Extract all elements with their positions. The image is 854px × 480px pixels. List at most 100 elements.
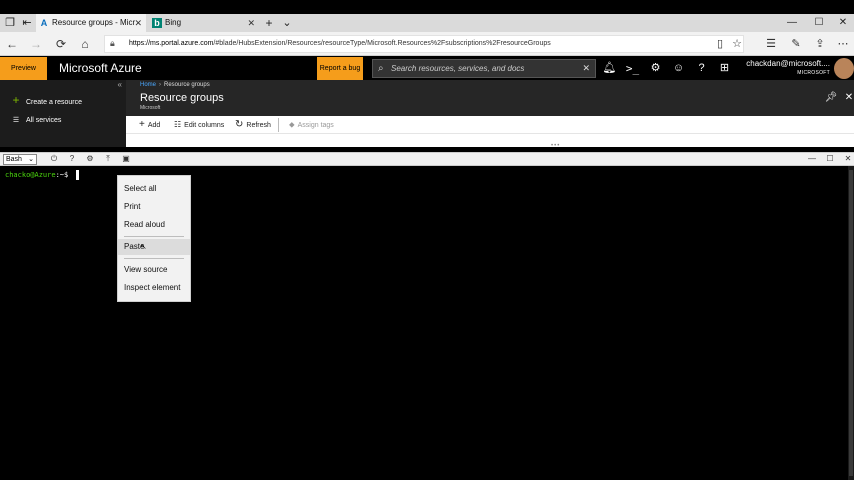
- help-icon[interactable]: ?: [690, 57, 713, 80]
- minimize-shell-icon[interactable]: —: [806, 153, 818, 165]
- more-icon[interactable]: ⋯: [835, 36, 851, 52]
- terminal-cursor: [76, 170, 79, 180]
- tab-title: Resource groups - Micr: [52, 18, 136, 27]
- close-tab-icon[interactable]: ✕: [247, 14, 255, 32]
- breadcrumb-home[interactable]: Home: [140, 82, 156, 88]
- blade-header: Home › Resource groups Resource groups Mic…: [126, 80, 854, 116]
- page-subtitle: Microsoft: [140, 105, 161, 111]
- smiley-icon[interactable]: ☺: [667, 57, 690, 80]
- close-window-icon[interactable]: ✕: [836, 14, 850, 32]
- cloud-shell-toolbar: Bash ⌄ ⏻ ? ⚙ ⤒ ▣ — ☐ ✕: [0, 152, 854, 166]
- gear-icon[interactable]: ⚙: [644, 57, 667, 80]
- azure-icon: A: [40, 18, 48, 28]
- portal-sidebar: « + Create a resource ☰ All services: [0, 80, 126, 147]
- shell-type-select[interactable]: Bash ⌄: [3, 154, 37, 165]
- tag-icon: ⬥: [289, 120, 295, 129]
- menu-item-select-all[interactable]: Select all: [118, 181, 190, 197]
- menu-item-view-source[interactable]: View source: [118, 262, 190, 278]
- tab-resource-groups[interactable]: A Resource groups - Micr ✕: [36, 14, 146, 32]
- toolbar-separator: [126, 133, 854, 134]
- scrollbar-thumb[interactable]: [849, 170, 853, 476]
- menu-item-inspect-element[interactable]: Inspect element: [118, 280, 190, 296]
- avatar[interactable]: [834, 58, 854, 79]
- directory-icon[interactable]: ⊞: [713, 57, 736, 80]
- reading-view-icon[interactable]: ▯: [712, 36, 728, 52]
- page-title: Resource groups: [140, 92, 224, 104]
- forward-icon[interactable]: →: [28, 36, 44, 52]
- set-aside-tabs-icon[interactable]: ⇤: [20, 16, 34, 30]
- sidebar-item-label: Create a resource: [26, 99, 83, 106]
- breadcrumb-separator-icon: ›: [159, 82, 162, 88]
- url-host: https://ms.portal.azure.com: [129, 40, 214, 47]
- refresh-button[interactable]: ↻ Refresh: [235, 119, 271, 131]
- portal-header: Preview Microsoft Azure Report a bug ⌕ S…: [0, 57, 854, 80]
- maximize-shell-icon[interactable]: ☐: [824, 153, 836, 165]
- minimize-icon[interactable]: —: [785, 14, 799, 32]
- tab-bing[interactable]: b Bing ✕: [149, 14, 259, 32]
- address-bar[interactable]: 🔒︎ https://ms.portal.azure.com/#blade/Hu…: [104, 35, 744, 53]
- power-icon[interactable]: ⏻: [48, 153, 60, 165]
- toolbar-divider: [278, 118, 279, 132]
- clear-search-icon[interactable]: ✕: [582, 60, 590, 77]
- web-note-icon[interactable]: ✎: [788, 36, 804, 52]
- tab-title: Bing: [165, 18, 182, 27]
- menu-item-paste[interactable]: Paste: [118, 239, 190, 255]
- menu-item-read-aloud[interactable]: Read aloud: [118, 217, 190, 233]
- tab-list-button[interactable]: ⌄: [280, 16, 294, 30]
- edit-columns-button[interactable]: ☷ Edit columns: [174, 119, 224, 131]
- share-icon[interactable]: ⇪: [812, 36, 828, 52]
- browser-tab-bar: ❐ ⇤ A Resource groups - Micr ✕ b Bing ✕ …: [0, 14, 854, 32]
- favorite-star-icon[interactable]: ☆: [729, 36, 745, 52]
- home-icon[interactable]: ⌂: [77, 36, 93, 52]
- resize-grip-icon[interactable]: •••: [551, 143, 560, 149]
- refresh-icon: ↻: [235, 119, 244, 130]
- close-shell-icon[interactable]: ✕: [842, 153, 854, 165]
- menu-separator: [124, 236, 184, 237]
- columns-icon: ☷: [174, 120, 182, 129]
- favorites-hub-icon[interactable]: ☰: [763, 36, 779, 52]
- cloud-shell-icon[interactable]: >_: [621, 57, 644, 80]
- upload-icon[interactable]: ⤒: [102, 153, 114, 165]
- breadcrumb: Home › Resource groups: [140, 81, 210, 89]
- assign-tags-button[interactable]: ⬥ Assign tags: [289, 119, 334, 131]
- tab-actions-icon[interactable]: ❐: [3, 16, 17, 30]
- pin-icon[interactable]: 📌︎: [824, 92, 838, 103]
- terminal-scrollbar[interactable]: [848, 166, 854, 480]
- search-placeholder: Search resources, services, and docs: [391, 64, 525, 73]
- close-tab-icon[interactable]: ✕: [134, 14, 142, 32]
- breadcrumb-current: Resource groups: [164, 82, 210, 88]
- terminal-prompt: chacko@Azure:~$: [5, 171, 68, 180]
- close-blade-icon[interactable]: ✕: [842, 92, 854, 103]
- settings-icon[interactable]: ⚙: [84, 153, 96, 165]
- report-bug-button[interactable]: Report a bug: [317, 57, 363, 80]
- preview-badge[interactable]: Preview: [0, 57, 47, 80]
- chevron-down-icon: ⌄: [28, 156, 34, 163]
- plus-icon: +: [139, 119, 145, 130]
- bell-icon[interactable]: 🔔︎: [598, 57, 621, 80]
- blade-toolbar: + Add ☷ Edit columns ↻ Refresh ⬥ Assign tags…: [126, 116, 854, 149]
- portal-search[interactable]: ⌕ Search resources, services, and docs ✕: [372, 59, 596, 78]
- collapse-sidebar-icon[interactable]: «: [118, 80, 122, 89]
- new-tab-button[interactable]: +: [262, 16, 276, 30]
- menu-item-print[interactable]: Print: [118, 199, 190, 215]
- user-name: chackdan@microsoft....: [746, 59, 830, 68]
- search-icon: ⌕: [378, 63, 384, 74]
- add-button[interactable]: + Add: [139, 119, 160, 131]
- url-path: /#blade/HubsExtension/Resources/resource…: [213, 40, 551, 47]
- bing-icon: b: [152, 18, 162, 28]
- mouse-pointer-icon: ↖: [140, 242, 147, 251]
- prompt-user: chacko@Azure: [5, 171, 56, 179]
- refresh-icon[interactable]: ⟳: [53, 36, 69, 52]
- help-icon[interactable]: ?: [66, 153, 78, 165]
- sidebar-item-create-resource[interactable]: + Create a resource: [10, 94, 82, 106]
- editor-icon[interactable]: ▣: [120, 153, 132, 165]
- menu-separator: [124, 258, 184, 259]
- prompt-symbol: :~$: [55, 171, 69, 179]
- portal-brand[interactable]: Microsoft Azure: [59, 57, 142, 80]
- address-bar-row: ← → ⟳ ⌂ 🔒︎ https://ms.portal.azure.com/#…: [0, 32, 854, 56]
- sidebar-item-all-services[interactable]: ☰ All services: [10, 115, 62, 127]
- maximize-icon[interactable]: ☐: [812, 14, 826, 32]
- account-menu[interactable]: chackdan@microsoft.... MICROSOFT: [740, 59, 830, 77]
- user-org: MICROSOFT: [797, 70, 830, 76]
- back-icon[interactable]: ←: [4, 36, 20, 52]
